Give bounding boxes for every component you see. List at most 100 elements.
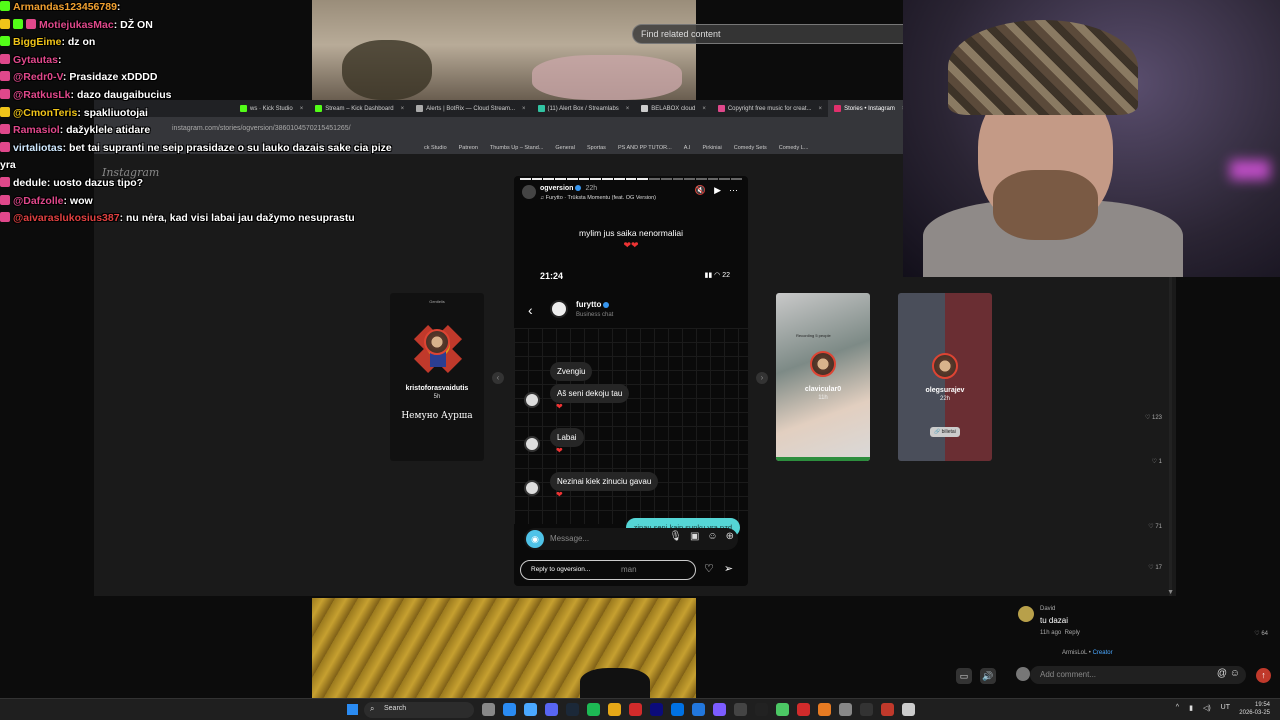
comment-like-count[interactable]: ♡ 64 bbox=[1254, 630, 1268, 637]
taskbar-app-icon[interactable] bbox=[503, 703, 516, 716]
close-tab-icon[interactable]: × bbox=[300, 106, 304, 112]
chevron-up-icon[interactable]: ^ bbox=[1176, 704, 1179, 712]
close-tab-icon[interactable]: × bbox=[626, 106, 630, 112]
taskbar-app-icon[interactable] bbox=[692, 703, 705, 716]
story-author[interactable]: ogversion 22h bbox=[540, 185, 597, 192]
bookmark-item[interactable]: A.I bbox=[684, 145, 691, 151]
main-story[interactable]: ogversion 22h ♫ Furytto · Trūksta Momentu… bbox=[514, 176, 748, 586]
chat-message: @RatkusLk: dazo daugaibucius bbox=[0, 89, 171, 101]
story-reply-input[interactable]: Reply to ogversion... man bbox=[520, 560, 696, 580]
taskbar-app-icon[interactable] bbox=[566, 703, 579, 716]
story-reply-actions: ♡ ➢ bbox=[704, 562, 733, 575]
reply-typed-text: man bbox=[621, 565, 637, 574]
creator-badge: Creator bbox=[1092, 650, 1113, 656]
chat-message: Armandas123456789: bbox=[0, 1, 120, 13]
taskbar-app-icon[interactable] bbox=[818, 703, 831, 716]
close-tab-icon[interactable]: × bbox=[522, 106, 526, 112]
verified-icon bbox=[575, 185, 582, 192]
bookmark-item[interactable]: ck Studio bbox=[424, 145, 447, 151]
heart-icon[interactable]: ♡ bbox=[704, 562, 714, 575]
browser-tab[interactable]: BELABOX cloud × bbox=[635, 100, 712, 117]
taskbar-search-label: Search bbox=[384, 705, 407, 712]
volume-icon[interactable]: 🔊 bbox=[980, 668, 996, 684]
chat-username: @aivaraslukosius387 bbox=[13, 212, 120, 225]
taskbar-app-icon[interactable] bbox=[797, 703, 810, 716]
taskbar-app-icon[interactable] bbox=[713, 703, 726, 716]
taskbar-app-icon[interactable] bbox=[734, 703, 747, 716]
close-tab-icon[interactable]: × bbox=[819, 106, 823, 112]
link-sticker[interactable]: 🔗 bilietai bbox=[930, 427, 960, 437]
language-indicator[interactable]: UT bbox=[1221, 704, 1230, 712]
tab-label: Alerts | BotRix — Cloud Stream... bbox=[426, 105, 516, 112]
send-comment-button[interactable]: ↑ bbox=[1256, 668, 1271, 683]
taskbar-app-icon[interactable] bbox=[860, 703, 873, 716]
taskbar-app-icon[interactable] bbox=[524, 703, 537, 716]
windows-start-icon[interactable] bbox=[347, 704, 358, 715]
pip-icon[interactable]: ▭ bbox=[956, 668, 972, 684]
taskbar-app-icon[interactable] bbox=[587, 703, 600, 716]
send-icon[interactable]: ➢ bbox=[724, 562, 733, 575]
taskbar-app-icon[interactable] bbox=[650, 703, 663, 716]
more-icon[interactable]: ⋯ bbox=[729, 185, 738, 196]
taskbar-app-icon[interactable] bbox=[629, 703, 642, 716]
story-caption: mylim jus saika nenormaliai bbox=[579, 228, 683, 238]
network-icon[interactable]: ▮ bbox=[1189, 704, 1193, 712]
taskbar-app-icon[interactable] bbox=[881, 703, 894, 716]
story-preview-right-1[interactable]: Recording 5 people clavicular0 11h bbox=[776, 293, 870, 461]
taskbar-search[interactable]: ⌕ Search bbox=[364, 702, 474, 718]
story-song[interactable]: ♫ Furytto · Trūksta Momentu (feat. OG Ve… bbox=[540, 195, 656, 201]
story-preview-right-2[interactable]: olegsurajev 22h 🔗 bilietai bbox=[898, 293, 992, 461]
taskbar-app-icon[interactable] bbox=[608, 703, 621, 716]
story-username: kristoforasvaidutis bbox=[405, 385, 469, 392]
tab-label: BELABOX cloud bbox=[651, 105, 696, 112]
taskbar-app-icon[interactable] bbox=[482, 703, 495, 716]
bookmark-item[interactable]: Sportas bbox=[587, 145, 606, 151]
bookmark-item[interactable]: Pirkiniai bbox=[702, 145, 721, 151]
bookmark-item[interactable]: Thumbs Up – Stand... bbox=[490, 145, 544, 151]
browser-tab[interactable]: Alerts | BotRix — Cloud Stream... × bbox=[410, 100, 531, 117]
add-comment-input[interactable]: Add comment... @ ☺ bbox=[1030, 666, 1246, 684]
taskbar-app-icon[interactable] bbox=[671, 703, 684, 716]
bookmark-item[interactable]: PS AND PP TUTOR... bbox=[618, 145, 672, 151]
browser-tab[interactable]: Stories • Instagram× bbox=[828, 100, 912, 117]
volume-icon[interactable]: ◁) bbox=[1203, 704, 1211, 712]
chat-text: wow bbox=[69, 194, 93, 207]
previous-story-button[interactable]: ‹ bbox=[492, 372, 504, 384]
story-time: 11h bbox=[818, 395, 828, 401]
chat-text: DŽ ON bbox=[120, 18, 153, 31]
bookmark-item[interactable]: General bbox=[555, 145, 575, 151]
chat-username: Gytautas bbox=[13, 53, 58, 66]
bookmark-item[interactable]: Comedy Sets bbox=[734, 145, 767, 151]
dm-message-received: Aš seni dekoju tau bbox=[550, 384, 630, 403]
browser-tab[interactable]: ws · Kick Studio × bbox=[234, 100, 309, 117]
like-count: ♡ 123 bbox=[1144, 415, 1162, 421]
scroll-down-icon[interactable]: ▼ bbox=[1167, 589, 1174, 596]
browser-tab[interactable]: Stream – Kick Dashboard × bbox=[309, 100, 410, 117]
close-tab-icon[interactable]: × bbox=[401, 106, 405, 112]
tab-favicon-icon bbox=[240, 105, 247, 112]
story-author-avatar[interactable] bbox=[522, 185, 536, 199]
dm-header: ‹ furytto Business chat bbox=[528, 298, 738, 324]
taskbar-app-icon[interactable] bbox=[776, 703, 789, 716]
bookmark-item[interactable]: Comedy L... bbox=[779, 145, 809, 151]
browser-tab[interactable]: (11) Alert Box / Streamlabs × bbox=[532, 100, 636, 117]
taskbar-app-icon[interactable] bbox=[755, 703, 768, 716]
play-icon[interactable]: ▶ bbox=[714, 185, 721, 196]
chat-text: Prasidaze xDDDD bbox=[69, 71, 158, 84]
chat-username: BiggEime bbox=[13, 36, 62, 49]
like-count: ♡ 1 bbox=[1151, 459, 1162, 465]
browser-tab[interactable]: Copyright free music for creat... × bbox=[712, 100, 828, 117]
taskbar-app-icon[interactable] bbox=[902, 703, 915, 716]
taskbar-app-icon[interactable] bbox=[545, 703, 558, 716]
address-bar[interactable]: instagram.com/stories/ogversion/38601045… bbox=[164, 122, 504, 136]
dm-sender-avatar bbox=[524, 480, 540, 496]
bookmark-item[interactable]: Patreon bbox=[459, 145, 478, 151]
story-preview-left[interactable]: Gentlelis kristoforasvaidutis 5h Немуно … bbox=[390, 293, 484, 461]
mute-icon[interactable]: 🔇 bbox=[695, 185, 706, 196]
next-story-button[interactable]: › bbox=[756, 372, 768, 384]
taskbar-app-icon[interactable] bbox=[839, 703, 852, 716]
clock[interactable]: 19:54 2026-03-25 bbox=[1239, 701, 1270, 717]
story-username: olegsurajev bbox=[925, 387, 965, 394]
reply-link[interactable]: Reply bbox=[1065, 630, 1080, 636]
close-tab-icon[interactable]: × bbox=[702, 106, 706, 112]
